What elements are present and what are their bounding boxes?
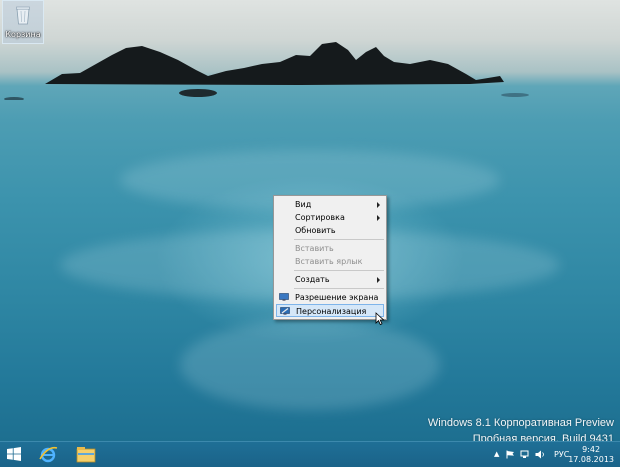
menu-item-personalize[interactable]: Персонализация	[276, 304, 384, 317]
recycle-bin-label: Корзина	[5, 30, 41, 39]
start-button[interactable]	[0, 442, 34, 467]
submenu-arrow-icon	[377, 215, 380, 221]
show-hidden-icons-icon[interactable]: ▲	[494, 450, 499, 458]
menu-item-label: Вставить	[295, 244, 334, 253]
watermark-build: Пробная версия. Build 9431	[472, 433, 614, 441]
personalization-icon	[280, 307, 290, 315]
file-explorer-button[interactable]	[70, 442, 102, 467]
input-language-indicator[interactable]: РУС	[554, 450, 569, 459]
recycle-bin-shortcut[interactable]: Корзина	[2, 0, 44, 44]
desktop-context-menu: Вид Сортировка Обновить Вставить Вставит…	[273, 195, 387, 320]
menu-item-screen-resolution[interactable]: Разрешение экрана	[276, 291, 384, 304]
menu-item-sort[interactable]: Сортировка	[276, 211, 384, 224]
network-icon[interactable]	[520, 450, 530, 459]
menu-item-paste[interactable]: Вставить	[276, 242, 384, 255]
menu-item-paste-shortcut[interactable]: Вставить ярлык	[276, 255, 384, 268]
taskbar: ▲ РУС 9:42 17.08.2013	[0, 441, 620, 467]
internet-explorer-icon	[39, 446, 58, 463]
menu-item-label: Персонализация	[296, 307, 367, 316]
menu-item-new[interactable]: Создать	[276, 273, 384, 286]
internet-explorer-button[interactable]	[34, 442, 64, 467]
menu-item-label: Разрешение экрана	[295, 293, 379, 302]
menu-item-label: Создать	[295, 275, 330, 284]
clock-date: 17.08.2013	[568, 455, 614, 464]
desktop-background[interactable]: Корзина Вид Сортировка Обновить Вставить…	[0, 0, 620, 441]
volume-icon[interactable]	[535, 450, 545, 459]
recycle-bin-icon	[16, 6, 30, 25]
file-explorer-icon	[76, 447, 96, 463]
menu-item-refresh[interactable]: Обновить	[276, 224, 384, 237]
menu-item-view[interactable]: Вид	[276, 198, 384, 211]
rocks-silhouette	[4, 42, 529, 100]
mouse-cursor-icon	[375, 312, 385, 326]
submenu-arrow-icon	[377, 277, 380, 283]
menu-item-label: Сортировка	[295, 213, 345, 222]
menu-separator	[294, 239, 384, 240]
submenu-arrow-icon	[377, 202, 380, 208]
clock-time: 9:42	[582, 445, 601, 454]
os-build-watermark: Windows 8.1 Корпоративная Preview Пробна…	[428, 415, 614, 441]
menu-separator	[294, 288, 384, 289]
menu-item-label: Обновить	[295, 226, 336, 235]
menu-item-label: Вид	[295, 200, 312, 209]
taskbar-clock[interactable]: 9:42 17.08.2013	[568, 445, 614, 465]
menu-item-label: Вставить ярлык	[295, 257, 363, 266]
action-center-flag-icon[interactable]	[506, 450, 515, 459]
display-resolution-icon	[279, 293, 289, 301]
menu-separator	[294, 270, 384, 271]
windows-start-icon	[7, 447, 21, 461]
watermark-edition: Windows 8.1 Корпоративная Preview	[427, 417, 614, 429]
